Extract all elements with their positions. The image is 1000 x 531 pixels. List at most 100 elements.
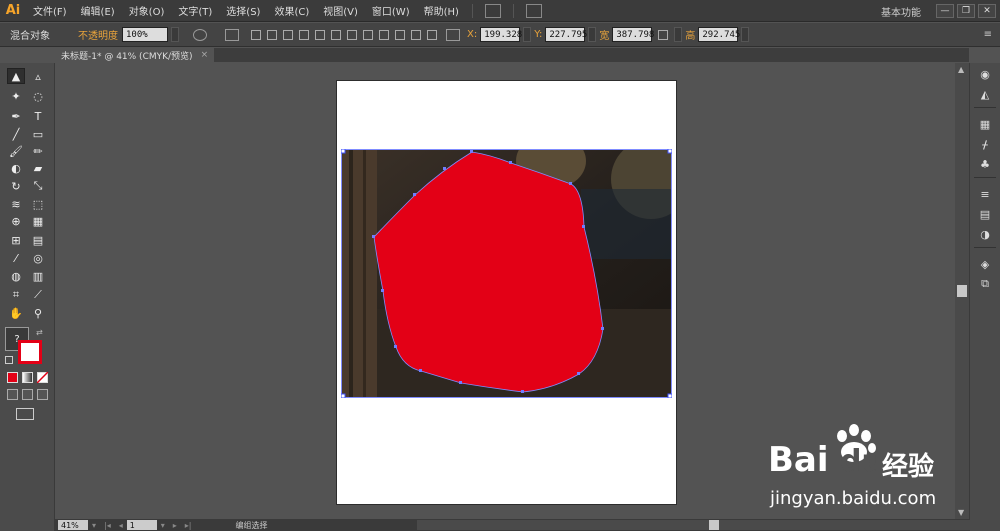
- perspective-grid-tool-icon[interactable]: ▦: [29, 213, 47, 229]
- document-tab[interactable]: 未标题-1* @ 41% (CMYK/预览) ×: [55, 48, 215, 62]
- draw-inside-icon[interactable]: [37, 389, 48, 400]
- menu-view[interactable]: 视图(V): [316, 3, 365, 18]
- opacity-label[interactable]: 不透明度: [58, 27, 122, 42]
- x-input[interactable]: 199.328: [480, 27, 522, 42]
- zoom-tool-icon[interactable]: ⚲: [29, 305, 47, 321]
- recolor-icon[interactable]: [193, 28, 207, 41]
- shape-builder-tool-icon[interactable]: ⊕: [7, 213, 25, 229]
- align-right-icon[interactable]: [283, 29, 293, 40]
- rotate-tool-icon[interactable]: ↻: [7, 178, 25, 194]
- distribute-top-icon[interactable]: [347, 29, 357, 40]
- eraser-tool-icon[interactable]: ▰: [29, 160, 47, 176]
- first-artboard-icon[interactable]: |◂: [104, 521, 111, 530]
- menu-edit[interactable]: 编辑(E): [74, 3, 122, 18]
- eyedropper-tool-icon[interactable]: ⁄: [7, 250, 25, 266]
- gradient-panel-icon[interactable]: ▤: [977, 207, 993, 221]
- stroke-panel-icon[interactable]: ≡: [977, 187, 993, 201]
- gradient-mode-icon[interactable]: [22, 372, 33, 383]
- close-button[interactable]: ✕: [978, 4, 996, 18]
- type-tool-icon[interactable]: T: [29, 108, 47, 124]
- menu-file[interactable]: 文件(F): [26, 3, 74, 18]
- menu-effect[interactable]: 效果(C): [267, 3, 316, 18]
- blend-tool-icon[interactable]: ◎: [29, 250, 47, 266]
- column-graph-tool-icon[interactable]: ▥: [29, 268, 47, 284]
- align-left-icon[interactable]: [251, 29, 261, 40]
- paintbrush-tool-icon[interactable]: 🖌: [7, 143, 25, 159]
- swap-fill-stroke-icon[interactable]: ⇄: [36, 328, 44, 337]
- horizontal-scrollbar[interactable]: [417, 520, 1000, 530]
- width-stepper[interactable]: [674, 27, 683, 42]
- default-colors-icon[interactable]: [5, 356, 13, 364]
- zoom-input[interactable]: 41%: [58, 520, 88, 530]
- blob-brush-tool-icon[interactable]: ◐: [7, 160, 25, 176]
- status-tool-label[interactable]: 编组选择: [236, 520, 268, 531]
- menu-window[interactable]: 窗口(W): [365, 3, 417, 18]
- x-stepper[interactable]: [523, 27, 532, 42]
- direct-selection-tool-icon[interactable]: ▵: [29, 68, 47, 84]
- height-stepper[interactable]: [741, 27, 750, 42]
- none-mode-icon[interactable]: [37, 372, 48, 383]
- workspace-switcher[interactable]: 基本功能: [881, 4, 933, 19]
- y-stepper[interactable]: [588, 27, 597, 42]
- opacity-input[interactable]: 100%: [122, 27, 168, 42]
- scale-tool-icon[interactable]: ⤡: [29, 178, 47, 194]
- arrange-documents-button[interactable]: [525, 3, 542, 18]
- menu-object[interactable]: 对象(O): [122, 3, 172, 18]
- tab-close-icon[interactable]: ×: [201, 50, 209, 60]
- align-to-icon[interactable]: [225, 28, 239, 41]
- zoom-dropdown-icon[interactable]: ▾: [92, 521, 96, 530]
- magic-wand-tool-icon[interactable]: ✦: [7, 88, 25, 104]
- graphic-styles-panel-icon[interactable]: ◭: [977, 87, 993, 101]
- height-input[interactable]: 292.745: [698, 27, 740, 42]
- swatches-panel-icon[interactable]: ▦: [977, 117, 993, 131]
- restore-button[interactable]: ❐: [957, 4, 975, 18]
- artboard-tool-icon[interactable]: ⌗: [7, 287, 25, 303]
- color-mode-icon[interactable]: [7, 372, 18, 383]
- panel-menu-icon[interactable]: ≡: [984, 29, 992, 40]
- distribute-left-icon[interactable]: [395, 29, 405, 40]
- horizontal-scroll-thumb[interactable]: [709, 520, 719, 530]
- menu-select[interactable]: 选择(S): [219, 3, 267, 18]
- pen-tool-icon[interactable]: ✒: [7, 108, 25, 124]
- hand-tool-icon[interactable]: ✋: [7, 305, 25, 321]
- draw-behind-icon[interactable]: [22, 389, 33, 400]
- prev-artboard-icon[interactable]: ◂: [119, 521, 123, 530]
- draw-normal-icon[interactable]: [7, 389, 18, 400]
- opacity-dropdown[interactable]: [171, 27, 179, 42]
- last-artboard-icon[interactable]: ▸|: [185, 521, 192, 530]
- selection-tool-icon[interactable]: ▲: [7, 68, 25, 84]
- symbols-panel-icon[interactable]: ♣: [977, 157, 993, 171]
- align-center-v-icon[interactable]: [315, 29, 325, 40]
- appearance-panel-icon[interactable]: ◉: [977, 67, 993, 81]
- line-tool-icon[interactable]: ╱: [7, 126, 25, 142]
- screen-mode-icon[interactable]: [16, 408, 34, 420]
- symbol-sprayer-tool-icon[interactable]: ◍: [7, 268, 25, 284]
- layers-panel-icon[interactable]: ◈: [977, 257, 993, 271]
- scroll-up-icon[interactable]: ▲: [958, 65, 964, 74]
- distribute-hcenter-icon[interactable]: [411, 29, 421, 40]
- slice-tool-icon[interactable]: ⟋: [29, 287, 47, 303]
- rectangle-tool-icon[interactable]: ▭: [29, 126, 47, 142]
- distribute-bottom-icon[interactable]: [379, 29, 389, 40]
- brushes-panel-icon[interactable]: ᚋ: [977, 137, 993, 151]
- align-top-icon[interactable]: [299, 29, 309, 40]
- align-bottom-icon[interactable]: [331, 29, 341, 40]
- next-artboard-icon[interactable]: ▸: [173, 521, 177, 530]
- menu-help[interactable]: 帮助(H): [417, 3, 466, 18]
- bridge-button[interactable]: [484, 3, 501, 18]
- artboard-number-input[interactable]: 1: [126, 520, 157, 530]
- distribute-center-icon[interactable]: [363, 29, 373, 40]
- gradient-tool-icon[interactable]: ▤: [29, 232, 47, 248]
- stroke-swatch[interactable]: [18, 340, 42, 364]
- width-input[interactable]: 387.798: [612, 27, 654, 42]
- minimize-button[interactable]: —: [936, 4, 954, 18]
- constrain-proportions-icon[interactable]: [658, 29, 669, 40]
- pencil-tool-icon[interactable]: ✏: [29, 143, 47, 159]
- align-center-h-icon[interactable]: [267, 29, 277, 40]
- reference-point-icon[interactable]: [446, 28, 460, 41]
- free-transform-tool-icon[interactable]: ⬚: [29, 196, 47, 212]
- mesh-tool-icon[interactable]: ⊞: [7, 232, 25, 248]
- warp-tool-icon[interactable]: ≋: [7, 196, 25, 212]
- distribute-right-icon[interactable]: [427, 29, 437, 40]
- artboard-dropdown-icon[interactable]: ▾: [161, 521, 165, 530]
